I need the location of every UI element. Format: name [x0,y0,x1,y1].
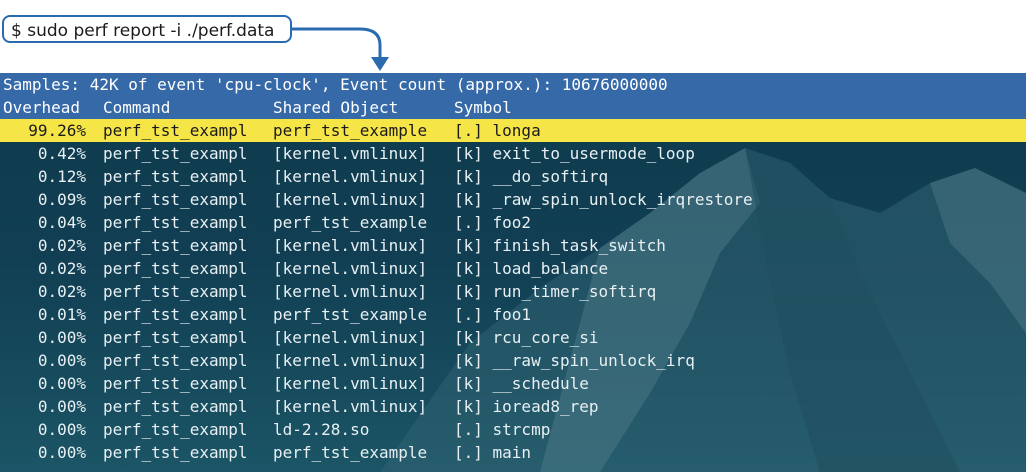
command-cell: perf_tst_exampl [103,443,248,462]
arrow-down-icon [290,27,389,71]
column-headers: Overhead Command Shared Object Symbol [0,96,1026,119]
shared-object-cell: [kernel.vmlinux] [273,282,428,301]
table-row[interactable]: 0.00% perf_tst_exampl [kernel.vmlinux] [… [0,395,1026,418]
overhead-cell: 0.02% [37,282,86,301]
overhead-cell: 0.09% [37,190,86,209]
command-cell: perf_tst_exampl [103,236,248,255]
column-header-command[interactable]: Command [103,96,170,119]
symbol-cell: [k] __schedule [454,374,589,393]
column-header-overhead[interactable]: Overhead [3,96,80,119]
symbol-cell: [.] longa [454,121,541,140]
symbol-cell: [k] __do_softirq [454,167,609,186]
shared-object-cell: [kernel.vmlinux] [273,167,428,186]
symbol-cell: [.] foo2 [454,213,532,232]
overhead-cell: 0.12% [37,167,86,186]
table-row[interactable]: 0.00% perf_tst_exampl [kernel.vmlinux] [… [0,372,1026,395]
command-cell: perf_tst_exampl [103,259,248,278]
table-row[interactable]: 0.42% perf_tst_exampl [kernel.vmlinux] [… [0,142,1026,165]
symbol-cell: [.] strcmp [454,420,551,439]
overhead-cell: 0.42% [37,144,86,163]
shared-object-cell: [kernel.vmlinux] [273,259,428,278]
command-cell: perf_tst_exampl [103,167,248,186]
command-cell: perf_tst_exampl [103,121,248,140]
shared-object-cell: perf_tst_example [273,121,428,140]
overhead-cell: 0.02% [37,236,86,255]
symbol-cell: [k] finish_task_switch [454,236,666,255]
column-header-symbol[interactable]: Symbol [454,96,512,119]
overhead-cell: 99.26% [28,121,86,140]
shared-object-cell: [kernel.vmlinux] [273,190,428,209]
shared-object-cell: perf_tst_example [273,213,428,232]
report-header: Samples: 42K of event 'cpu-clock', Event… [0,73,1026,119]
table-row[interactable]: 0.01% perf_tst_exampl perf_tst_example [… [0,303,1026,326]
shared-object-cell: [kernel.vmlinux] [273,351,428,370]
table-row[interactable]: 0.09% perf_tst_exampl [kernel.vmlinux] [… [0,188,1026,211]
perf-report-terminal: Samples: 42K of event 'cpu-clock', Event… [0,73,1026,472]
overhead-cell: 0.00% [37,397,86,416]
symbol-cell: [k] ioread8_rep [454,397,599,416]
table-row[interactable]: 0.12% perf_tst_exampl [kernel.vmlinux] [… [0,165,1026,188]
overhead-cell: 0.01% [37,305,86,324]
command-cell: perf_tst_exampl [103,420,248,439]
symbol-cell: [k] rcu_core_si [454,328,599,347]
table-row[interactable]: 0.04% perf_tst_exampl perf_tst_example [… [0,211,1026,234]
symbol-cell: [.] main [454,443,532,462]
table-row[interactable]: 0.00% perf_tst_exampl perf_tst_example [… [0,441,1026,464]
command-cell: perf_tst_exampl [103,351,248,370]
command-cell: perf_tst_exampl [103,213,248,232]
table-row[interactable]: 0.00% perf_tst_exampl ld-2.28.so [.] str… [0,418,1026,441]
command-cell: perf_tst_exampl [103,144,248,163]
command-cell: perf_tst_exampl [103,282,248,301]
shared-object-cell: [kernel.vmlinux] [273,374,428,393]
table-row[interactable]: 0.02% perf_tst_exampl [kernel.vmlinux] [… [0,257,1026,280]
overhead-cell: 0.02% [37,259,86,278]
shared-object-cell: perf_tst_example [273,305,428,324]
shared-object-cell: [kernel.vmlinux] [273,328,428,347]
shared-object-cell: ld-2.28.so [273,420,370,439]
overhead-cell: 0.00% [37,328,86,347]
column-header-shared-object[interactable]: Shared Object [273,96,398,119]
overhead-cell: 0.00% [37,443,86,462]
command-cell: perf_tst_exampl [103,190,248,209]
summary-text: Samples: 42K of event 'cpu-clock', Event… [3,75,668,94]
table-row[interactable]: 0.00% perf_tst_exampl [kernel.vmlinux] [… [0,349,1026,372]
symbol-cell: [k] _raw_spin_unlock_irqrestore [454,190,753,209]
table-row[interactable]: 0.00% perf_tst_exampl [kernel.vmlinux] [… [0,326,1026,349]
command-cell: perf_tst_exampl [103,305,248,324]
symbol-cell: [k] load_balance [454,259,609,278]
symbol-cell: [k] __raw_spin_unlock_irq [454,351,695,370]
shared-object-cell: [kernel.vmlinux] [273,397,428,416]
summary-line: Samples: 42K of event 'cpu-clock', Event… [0,73,1026,96]
shared-object-cell: [kernel.vmlinux] [273,144,428,163]
command-cell: perf_tst_exampl [103,374,248,393]
symbol-cell: [.] foo1 [454,305,532,324]
overhead-cell: 0.00% [37,351,86,370]
command-cell: perf_tst_exampl [103,328,248,347]
shared-object-cell: [kernel.vmlinux] [273,236,428,255]
symbol-cell: [k] run_timer_softirq [454,282,657,301]
overhead-cell: 0.00% [37,374,86,393]
shared-object-cell: perf_tst_example [273,443,428,462]
table-row[interactable]: 0.02% perf_tst_exampl [kernel.vmlinux] [… [0,280,1026,303]
table-row[interactable]: 99.26% perf_tst_exampl perf_tst_example … [0,119,1026,142]
command-cell: perf_tst_exampl [103,397,248,416]
overhead-cell: 0.04% [37,213,86,232]
overhead-cell: 0.00% [37,420,86,439]
table-row[interactable]: 0.02% perf_tst_exampl [kernel.vmlinux] [… [0,234,1026,257]
symbol-cell: [k] exit_to_usermode_loop [454,144,695,163]
